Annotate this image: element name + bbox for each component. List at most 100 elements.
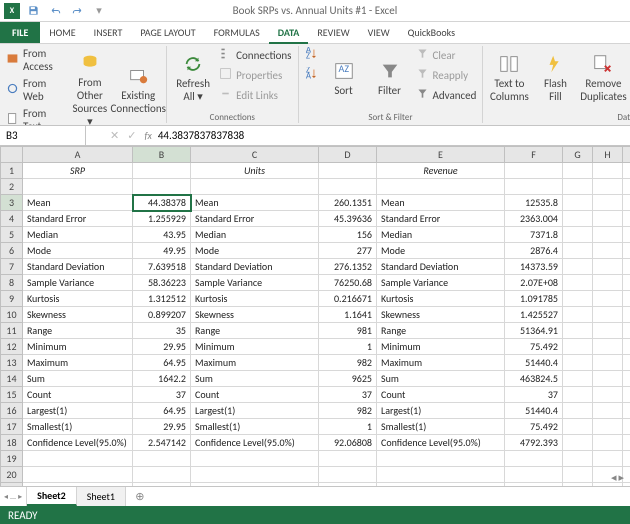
quickbooks-tab[interactable]: QuickBooks [399,22,464,43]
cell[interactable]: Standard Deviation [377,259,505,275]
from-web-button[interactable]: From Web [6,76,63,104]
cell[interactable] [377,451,505,467]
cell[interactable] [563,243,593,259]
cell[interactable] [593,403,623,419]
row-header[interactable]: 19 [1,451,23,467]
flash-fill-button[interactable]: Flash Fill [535,46,575,110]
cell[interactable]: Maximum [23,355,133,371]
cell[interactable]: Mode [191,243,319,259]
row-header[interactable]: 16 [1,403,23,419]
cell[interactable]: 4792.393 [505,435,563,451]
file-tab[interactable]: FILE [0,22,40,43]
cell[interactable] [563,323,593,339]
row-header[interactable]: 12 [1,339,23,355]
cell[interactable]: 1 [319,419,377,435]
cell[interactable]: 2363.004 [505,211,563,227]
cell[interactable]: Count [377,387,505,403]
cell[interactable]: 156 [319,227,377,243]
cell[interactable] [133,483,191,487]
cell[interactable] [623,211,630,227]
cell[interactable] [593,307,623,323]
cell[interactable] [623,259,630,275]
cell[interactable] [133,467,191,483]
column-header[interactable]: C [191,147,319,163]
row-header[interactable]: 1 [1,163,23,179]
cell[interactable] [563,259,593,275]
cell[interactable]: Kurtosis [23,291,133,307]
cell[interactable] [593,323,623,339]
cell[interactable]: 76250.68 [319,275,377,291]
cell[interactable] [623,307,630,323]
cell[interactable]: Count [191,387,319,403]
cell[interactable] [563,355,593,371]
cell[interactable]: 982 [319,355,377,371]
review-tab[interactable]: REVIEW [308,22,358,43]
formula-bar[interactable]: 44.3837837837838 [152,129,630,142]
cell[interactable]: Smallest(1) [191,419,319,435]
cell[interactable]: 463824.5 [505,371,563,387]
cell[interactable] [23,179,133,195]
cell[interactable] [623,227,630,243]
cell[interactable] [319,467,377,483]
cell[interactable] [23,467,133,483]
cell[interactable] [563,291,593,307]
cell[interactable] [563,483,593,487]
cell[interactable]: Median [377,227,505,243]
cell[interactable]: Sum [377,371,505,387]
cell[interactable]: 276.1352 [319,259,377,275]
cell[interactable]: 2.07E+08 [505,275,563,291]
cell[interactable] [593,227,623,243]
cell[interactable] [623,435,630,451]
from-other-button[interactable]: From Other Sources ▾ [69,46,110,126]
cell[interactable]: Mean [377,195,505,211]
cell[interactable]: Skewness [191,307,319,323]
cell[interactable]: 37 [319,387,377,403]
cell[interactable] [563,467,593,483]
cell[interactable]: Standard Error [191,211,319,227]
column-header[interactable]: D [319,147,377,163]
cell[interactable] [623,387,630,403]
cell[interactable]: Sum [191,371,319,387]
cell[interactable]: Minimum [23,339,133,355]
pagelayout-tab[interactable]: PAGE LAYOUT [131,22,204,43]
cell[interactable]: Largest(1) [377,403,505,419]
cell[interactable]: Smallest(1) [23,419,133,435]
properties-button[interactable]: Properties [219,66,291,84]
sheet-tab-sheet2[interactable]: Sheet2 [27,487,77,506]
reapply-button[interactable]: Reapply [416,66,477,84]
cell[interactable] [623,291,630,307]
cell[interactable]: 1.091785 [505,291,563,307]
editlinks-button[interactable]: Edit Links [219,86,291,104]
cell[interactable]: Minimum [191,339,319,355]
row-header[interactable]: 6 [1,243,23,259]
cell[interactable]: 75.492 [505,419,563,435]
cell[interactable]: Minimum [377,339,505,355]
cell[interactable]: Revenue [377,163,505,179]
cell[interactable] [593,435,623,451]
cell[interactable]: 277 [319,243,377,259]
cell[interactable]: 64.95 [133,355,191,371]
cell[interactable]: 1642.2 [133,371,191,387]
cell[interactable] [319,483,377,487]
row-header[interactable]: 9 [1,291,23,307]
cell[interactable] [593,211,623,227]
cell[interactable] [593,419,623,435]
cell[interactable] [623,419,630,435]
column-header[interactable]: E [377,147,505,163]
text-to-columns-button[interactable]: Text to Columns [489,46,529,110]
cell[interactable]: SRP [23,163,133,179]
cell[interactable]: Standard Error [23,211,133,227]
cell[interactable]: 49.95 [133,243,191,259]
row-header[interactable]: 15 [1,387,23,403]
cell[interactable]: 0.216671 [319,291,377,307]
cell[interactable] [593,243,623,259]
cell[interactable] [563,419,593,435]
cell[interactable] [593,259,623,275]
cell[interactable]: 43.95 [133,227,191,243]
cell[interactable] [563,387,593,403]
cell[interactable] [563,371,593,387]
cell[interactable]: Largest(1) [23,403,133,419]
cell[interactable]: Kurtosis [377,291,505,307]
cell[interactable]: Maximum [191,355,319,371]
column-header[interactable]: G [563,147,593,163]
